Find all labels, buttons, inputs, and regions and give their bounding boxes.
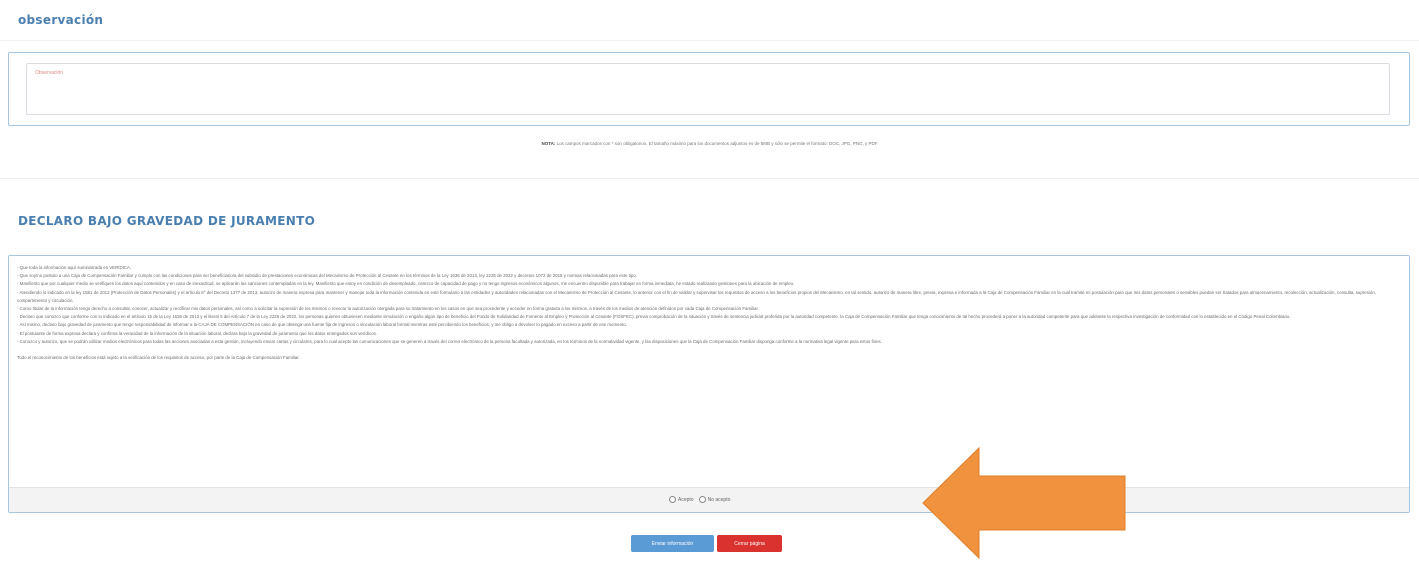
radio-reject[interactable]: No acepto	[698, 496, 731, 503]
declaracion-paragraph: · Declaro que conozco que conforme con l…	[17, 314, 1291, 320]
radio-accept[interactable]: Acepto	[669, 496, 694, 503]
declaracion-paragraph: · Que toda la información aquí suministr…	[17, 265, 132, 270]
declaracion-paragraph: Todo el reconocimiento de los beneficios…	[17, 355, 300, 361]
note-label: NOTA:	[541, 141, 556, 146]
pointer-arrow-icon	[922, 446, 1126, 560]
radio-accept-label: Acepto	[678, 496, 694, 503]
declaracion-panel: · Que toda la información aquí suministr…	[8, 255, 1410, 513]
declaracion-paragraph: · Atendiendo lo indicado en la ley 1581 …	[17, 289, 1376, 303]
declaracion-paragraph: · El postulante de forma expresa declara…	[17, 330, 377, 336]
declaracion-text: · Que toda la información aquí suministr…	[17, 264, 1401, 474]
send-information-button[interactable]: Enviar información	[631, 535, 714, 552]
close-page-button[interactable]: Cerrar página	[717, 535, 782, 552]
declaracion-paragraph: · Conozco y autorizo, que se podrán util…	[17, 338, 882, 344]
declaracion-footer: Acepto No acepto	[9, 487, 1409, 512]
declaracion-paragraph: · Como titular de la información tengo d…	[17, 306, 759, 312]
note-text: Los campos marcados con * son obligatori…	[555, 141, 878, 146]
declaracion-paragraph: · Así mismo, declaro bajo gravedad de ju…	[17, 322, 627, 328]
divider	[0, 40, 1419, 41]
observacion-textarea[interactable]	[26, 63, 1390, 115]
declaracion-paragraph: · Que soy/no postulo a una Caja de Compe…	[17, 273, 637, 279]
observacion-section-title: observación	[18, 13, 104, 27]
radio-accept-circle[interactable]	[669, 496, 676, 503]
acceptance-radio-group: Acepto No acepto	[669, 496, 730, 503]
observacion-panel	[8, 52, 1410, 126]
radio-reject-label: No acepto	[707, 496, 731, 503]
divider	[0, 178, 1419, 179]
radio-reject-circle[interactable]	[698, 496, 706, 503]
declaracion-section-title: DECLARO BAJO GRAVEDAD DE JURAMENTO	[18, 214, 316, 228]
required-fields-note: NOTA: Los campos marcados con * son obli…	[0, 141, 1419, 146]
declaracion-paragraph: · Manifiesto que por cualquier medio se …	[17, 281, 795, 287]
